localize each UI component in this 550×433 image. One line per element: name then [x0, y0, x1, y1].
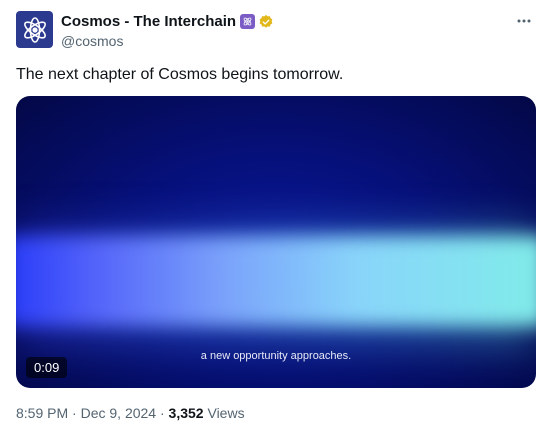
views-label[interactable]: Views: [207, 405, 244, 421]
tweet-time[interactable]: 8:59 PM: [16, 405, 68, 421]
tweet-date[interactable]: Dec 9, 2024: [81, 405, 157, 421]
meta-separator: ·: [159, 405, 165, 421]
atom-icon[interactable]: [240, 14, 256, 29]
video-caption: a new opportunity approaches.: [200, 350, 352, 362]
views-count[interactable]: 3,352: [169, 405, 204, 421]
tweet-meta: 8:59 PM · Dec 9, 2024 · 3,352 Views: [16, 405, 245, 421]
video-duration-badge: 0:09: [26, 357, 68, 378]
video-player[interactable]: a new opportunity approaches. 0:09: [16, 96, 536, 388]
more-options-icon[interactable]: [516, 13, 532, 29]
verified-badge-icon: [259, 14, 273, 28]
cosmos-logo-icon: [23, 16, 46, 43]
display-name[interactable]: Cosmos - The Interchain: [61, 13, 236, 30]
avatar[interactable]: [16, 11, 53, 48]
tweet-header: Cosmos - The Interchain @cosmos: [16, 11, 534, 51]
account-handle[interactable]: @cosmos: [61, 33, 123, 49]
name-row: Cosmos - The Interchain: [61, 13, 274, 30]
meta-separator: ·: [72, 405, 77, 421]
tweet-text: The next chapter of Cosmos begins tomorr…: [16, 66, 344, 83]
light-beam: [16, 236, 536, 326]
